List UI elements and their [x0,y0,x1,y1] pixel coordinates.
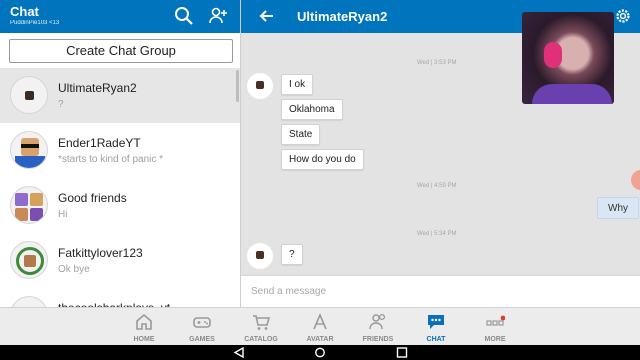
create-chat-group-button[interactable]: Create Chat Group [9,39,233,63]
chat-list-header: Chat PuddinPie103 <13 [0,0,240,33]
nav-chat[interactable]: CHAT [407,308,465,345]
message-input[interactable]: Send a message [241,275,640,307]
bottom-navigation: HOME GAMES CATALOG AVATAR FRIENDS CHAT M… [0,307,640,345]
nav-avatar[interactable]: AVATAR [291,308,349,345]
nav-games[interactable]: GAMES [173,308,231,345]
floating-bubble[interactable] [631,170,640,190]
avatar [10,76,48,114]
message-timestamp: Wed | 3:53 PM [417,60,457,66]
nav-label: GAMES [189,336,215,343]
back-system-icon[interactable] [233,347,245,358]
message-bubble: I ok [281,74,314,95]
sender-avatar [247,73,273,99]
conversation-preview: *starts to kind of panic * [58,154,164,165]
message-timestamp: Wed | 5:34 PM [417,231,457,237]
message-timestamp: Wed | 4:59 PM [417,183,457,189]
conversation-item[interactable]: UltimateRyan2 ? [0,68,240,123]
conversation-list: UltimateRyan2 ? Ender1RadeYT *starts to … [0,68,240,307]
message-bubble: How do you do [281,149,364,170]
nav-more[interactable]: MORE [466,308,524,345]
gear-icon[interactable] [614,7,632,25]
more-icon [486,315,505,326]
conversation-name: Ender1RadeYT [58,136,141,150]
sender-avatar [247,243,273,269]
back-arrow-icon[interactable] [258,7,276,25]
video-overlay[interactable] [522,12,614,104]
conversation-name: UltimateRyan2 [58,81,137,95]
conversation-item[interactable]: thecoolsharkplays_yt [0,288,240,307]
message-bubble: Oklahoma [281,99,343,120]
sent-message-bubble: Why [597,197,639,219]
message-bubble: ? [281,244,303,265]
android-system-bar [0,345,640,360]
conversation-preview: Hi [58,209,68,220]
conversation-item[interactable]: Fatkittylover123 Ok bye [0,233,240,288]
nav-label: CATALOG [244,336,278,343]
nav-label: HOME [133,336,155,343]
conversation-title: UltimateRyan2 [297,9,388,24]
add-friends-icon[interactable] [208,6,228,26]
home-system-icon[interactable] [314,347,326,358]
conversation-preview: ? [58,99,64,110]
nav-label: MORE [484,336,506,343]
app-window: Chat PuddinPie103 <13 Create Chat Group … [0,0,640,345]
home-icon [136,313,152,330]
avatar [10,131,48,169]
message-bubble: State [281,124,321,145]
conversation-name: Good friends [58,191,127,205]
chat-icon [428,315,444,329]
nav-friends[interactable]: FRIENDS [349,308,407,345]
conversation-item[interactable]: Ender1RadeYT *starts to kind of panic * [0,123,240,178]
nav-label: AVATAR [306,336,334,343]
current-user-label: PuddinPie103 <13 [10,20,60,26]
conversation-name: Fatkittylover123 [58,246,143,260]
search-icon[interactable] [174,6,194,26]
nav-label: FRIENDS [362,336,394,343]
conversation-preview: Ok bye [58,264,90,275]
recents-system-icon[interactable] [396,347,408,358]
avatar-icon [313,312,327,330]
conversation-item[interactable]: Good friends Hi [0,178,240,233]
nav-home[interactable]: HOME [115,308,173,345]
gamepad-icon [193,317,211,328]
cart-icon [253,315,271,330]
avatar [10,241,48,279]
conversation-list-scrollbar[interactable] [236,70,239,102]
avatar [10,296,48,307]
conversation-panel: UltimateRyan2 Wed | 3:53 PM I ok Oklahom… [241,0,640,307]
nav-catalog[interactable]: CATALOG [232,308,290,345]
chat-list-panel: Chat PuddinPie103 <13 Create Chat Group … [0,0,241,307]
group-avatar [10,186,48,224]
chat-list-title: Chat [10,4,39,19]
nav-label: CHAT [426,336,446,343]
friends-icon [369,313,386,330]
